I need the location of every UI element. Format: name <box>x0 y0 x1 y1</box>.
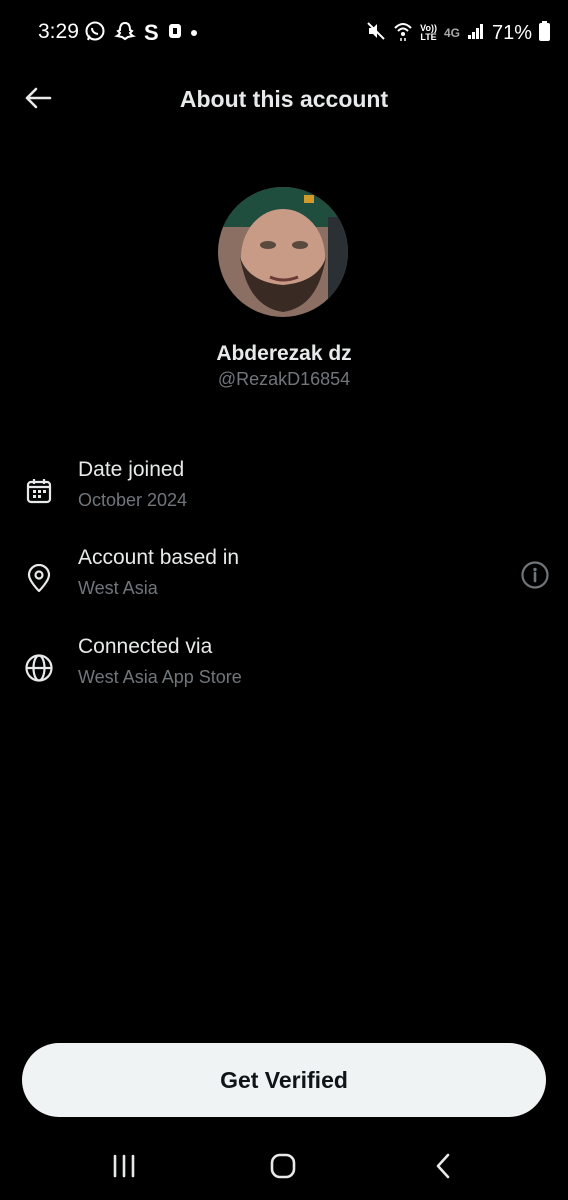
signal-icon <box>467 22 485 45</box>
display-name: Abderezak dz <box>216 342 352 365</box>
whatsapp-icon <box>84 20 106 47</box>
system-nav-bar <box>0 1130 568 1200</box>
status-bar: 3:29 S Vo)) LTE 4G 71% <box>0 0 568 66</box>
row-value: West Asia App Store <box>78 667 242 687</box>
battery-icon <box>539 20 550 46</box>
snapchat-icon <box>113 20 137 47</box>
header: About this account <box>0 66 568 132</box>
nav-back-button[interactable] <box>419 1148 467 1188</box>
status-left-icons: S <box>84 20 197 46</box>
calendar-icon <box>22 474 56 508</box>
dot-icon <box>190 30 197 36</box>
recents-icon <box>111 1154 137 1183</box>
back-icon <box>433 1153 453 1184</box>
mute-icon <box>366 21 386 46</box>
home-button[interactable] <box>259 1148 307 1188</box>
notification-icon <box>167 22 183 45</box>
info-row-account-based-in: Account based in West Asia <box>0 546 568 616</box>
globe-icon <box>22 651 56 685</box>
info-row-connected-via: Connected via West Asia App Store <box>0 635 568 705</box>
home-icon <box>270 1153 296 1184</box>
location-pin-icon <box>22 562 56 596</box>
info-button[interactable] <box>518 560 552 594</box>
battery-percent: 71% <box>491 21 532 44</box>
avatar <box>218 187 348 317</box>
row-value: West Asia <box>78 578 158 598</box>
row-value: October 2024 <box>78 490 188 510</box>
page-title: About this account <box>179 86 389 112</box>
recents-button[interactable] <box>100 1148 148 1188</box>
handle: @RezakD16854 <box>217 369 351 389</box>
volte-icon: Vo)) LTE <box>420 23 437 42</box>
network-4g-icon: 4G <box>443 26 460 40</box>
status-time: 3:29 <box>38 20 79 43</box>
row-title: Connected via <box>78 635 213 658</box>
row-title: Date joined <box>78 458 185 481</box>
row-title: Account based in <box>78 546 240 569</box>
info-icon <box>520 560 550 595</box>
s-app-icon: S <box>144 20 159 45</box>
get-verified-button[interactable]: Get Verified <box>22 1043 546 1117</box>
info-row-date-joined: Date joined October 2024 <box>0 458 568 528</box>
wifi-icon <box>393 20 413 47</box>
status-right-icons: Vo)) LTE 4G 71% <box>366 20 550 46</box>
